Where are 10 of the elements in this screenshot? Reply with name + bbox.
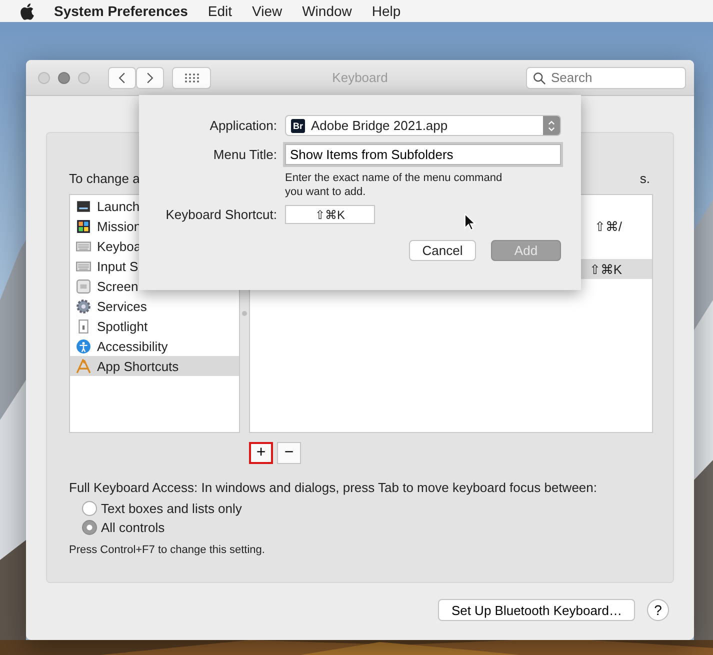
field-label: Menu Title: xyxy=(212,147,277,162)
keyboard-access-text: Full Keyboard Access: In windows and dialogs, press Tab to move keyboard focus between: xyxy=(69,480,598,495)
hint-text: Enter the exact name of the menu command you want to add. xyxy=(285,171,504,199)
field-label: Keyboard Shortcut: xyxy=(164,207,277,222)
field-label: Application: xyxy=(208,118,277,133)
instruction-text: s. xyxy=(640,171,650,186)
instruction-text: To change a xyxy=(69,171,140,186)
hint-text: Press Control+F7 to change this setting. xyxy=(69,544,266,556)
window-title: Keyboard xyxy=(331,70,389,85)
app-icon: Br xyxy=(291,118,305,132)
